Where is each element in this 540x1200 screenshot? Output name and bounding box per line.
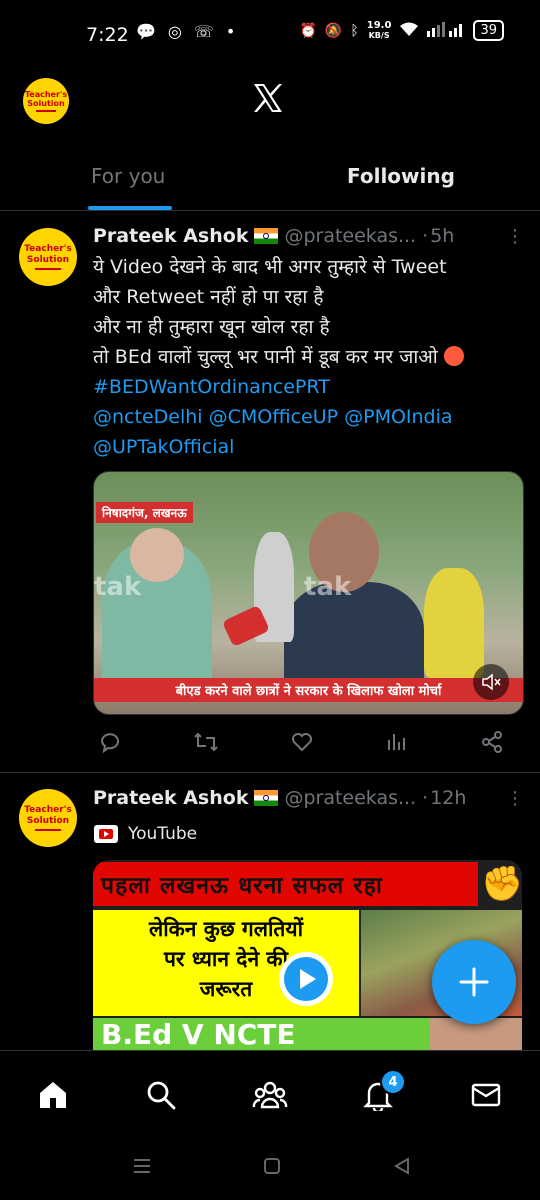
tweet-divider [0,772,540,773]
raised-fist-icon: ✊ [481,864,522,904]
mentions-link[interactable]: @UPTakOfficial [93,432,533,462]
separator-dot: · [422,787,429,809]
tweet-author-avatar[interactable]: Teacher's Solution [19,789,77,847]
video-caption: बीएड करने वाले छात्रों ने सरकार के खिलाफ… [94,678,523,702]
plus-icon [459,967,489,997]
avatar-underline [35,829,61,831]
more-options-icon[interactable]: ⋮ [506,788,524,809]
avatar-text-line2: Solution [26,816,70,826]
share-icon[interactable] [480,730,504,760]
bottom-navigation: 4 [0,1050,540,1135]
tweet-video[interactable]: tak tak निषादगंज, लखनऊ बीएड करने वाले छा… [93,471,524,715]
author-name[interactable]: Prateek Ashok [93,225,248,247]
system-navigation-bar [0,1134,540,1200]
notifications-badge: 4 [380,1069,406,1095]
tweet-actions [98,730,504,760]
video-person-right [424,568,484,678]
tweet-text: ये Video देखने के बाद भी अगर तुम्हारे से… [93,252,533,462]
video-location-tag: निषादगंज, लखनऊ [96,502,193,523]
nav-notifications[interactable]: 4 [358,1069,406,1115]
missed-call-icon: ☏ [193,22,214,41]
video-watermark: tak [304,572,352,602]
avatar-text-line2: Solution [26,255,70,265]
nav-messages[interactable] [466,1075,506,1115]
chat-icon: 💬 [136,22,156,41]
tweet-text-line: ये Video देखने के बाद भी अगर तुम्हारे से… [93,256,447,278]
mail-icon [471,1083,501,1107]
avatar-text-line1: Teacher's [24,805,72,815]
video-watermark: tak [94,572,142,602]
search-icon [147,1081,176,1110]
retweet-icon[interactable] [193,730,219,760]
tweet-text-line: और Retweet नहीं हो पा रहा है [93,286,324,308]
recents-icon[interactable] [132,1156,152,1180]
tweet-header: Prateek Ashok @prateekas... · 5h [93,225,493,247]
account-avatar[interactable]: Teacher's Solution [23,78,69,124]
net-speed: 19.0 KB/S [366,19,392,41]
signal-icon [427,21,465,41]
alarm-icon: ⏰ [299,22,317,39]
separator-dot: · [422,225,429,247]
status-system-icons: ⏰ 🔕 ᛒ 19.0 KB/S 39 [299,20,504,41]
communities-icon [252,1081,288,1109]
thumbnail-bottom-banner: B.Ed V NCTE [93,1018,436,1050]
more-options-icon[interactable]: ⋮ [506,226,524,247]
net-speed-unit: KB/S [368,30,390,40]
thumbnail-subtext-line: लेकिन कुछ गलतियों [148,917,304,941]
link-card-source[interactable]: YouTube [94,824,197,844]
nav-communities[interactable] [250,1075,290,1115]
author-handle[interactable]: @prateekas... [284,787,416,809]
like-icon[interactable] [290,730,314,760]
back-icon[interactable] [392,1156,412,1180]
bluetooth-icon: ᛒ [350,22,359,39]
status-notification-icons: 💬 ◎ ☏ • [136,22,235,41]
status-time: 7:22 [86,24,129,46]
avatar-underline [36,110,56,112]
mentions-link[interactable]: @ncteDelhi @CMOfficeUP @PMOIndia [93,402,533,432]
views-icon[interactable] [385,730,409,760]
dot-icon: • [225,22,236,41]
nav-search[interactable] [141,1075,181,1115]
mute-toggle-button[interactable] [473,664,509,700]
avatar-text-line2: Solution [27,99,65,108]
home-icon [40,1082,66,1108]
tweet-time[interactable]: 12h [430,787,466,809]
tweet-text-line-with-emoji: तो BEd वालों चुल्लू भर पानी में डूब कर म… [93,342,533,372]
mute-icon: 🔕 [324,22,343,39]
tweet-text-line: और ना ही तुम्हारा खून खोल रहा है [93,316,330,338]
timeline-tabs: For you Following [0,140,540,211]
avatar-text-line1: Teacher's [24,90,68,99]
home-button-icon[interactable] [262,1156,282,1180]
thumbnail-headline: पहला लखनऊ धरना सफल रहा [93,862,478,906]
battery-indicator: 39 [473,20,504,41]
tweet-time[interactable]: 5h [430,225,454,247]
play-icon[interactable] [279,952,333,1006]
compose-button[interactable] [432,940,516,1024]
status-bar: 7:22 💬 ◎ ☏ • ⏰ 🔕 ᛒ 19.0 KB/S 39 [0,0,540,70]
tweet-text-line: तो BEd वालों चुल्लू भर पानी में डूब कर म… [93,346,438,368]
reply-icon[interactable] [98,730,122,760]
author-name[interactable]: Prateek Ashok [93,787,248,809]
tab-for-you[interactable]: For you [91,164,165,188]
tweet-header: Prateek Ashok @prateekas... · 12h [93,787,503,809]
india-flag-icon [254,790,279,806]
nav-home[interactable] [33,1075,73,1115]
youtube-icon [94,825,118,843]
whatsapp-icon: ◎ [167,22,182,41]
author-handle[interactable]: @prateekas... [284,225,416,247]
net-speed-value: 19.0 [366,19,392,31]
active-tab-indicator [88,206,172,210]
tweet-author-avatar[interactable]: Teacher's Solution [19,228,77,286]
source-label: YouTube [128,824,198,844]
tab-following[interactable]: Following [347,164,455,188]
hashtag-link[interactable]: #BEDWantOrdinancePRT [93,372,533,402]
x-logo-icon[interactable] [248,78,288,118]
india-flag-icon [254,228,279,244]
avatar-text-line1: Teacher's [24,244,72,254]
angry-face-icon [443,346,464,366]
avatar-underline [35,268,61,270]
wifi-icon [399,21,419,41]
